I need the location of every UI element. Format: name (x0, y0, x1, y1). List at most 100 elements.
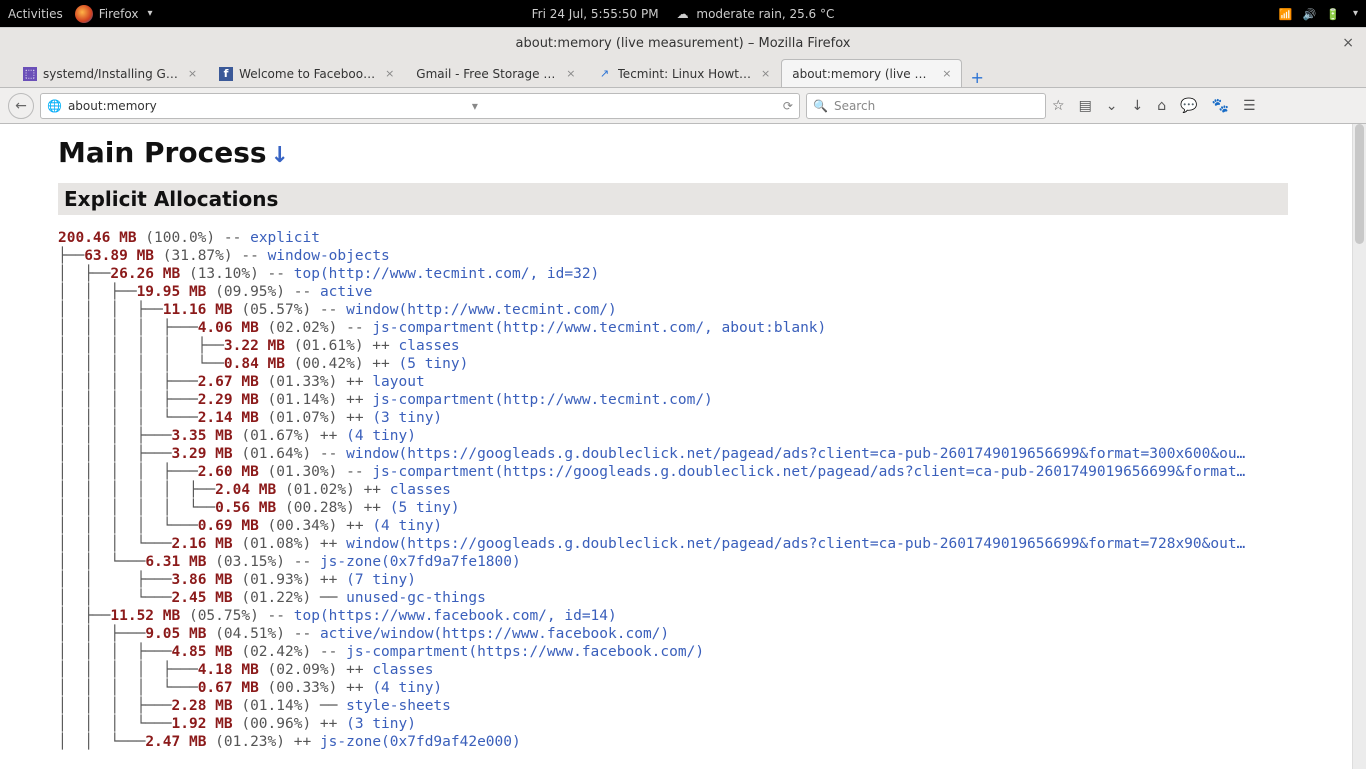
tree-node-name[interactable]: active/window(https://www.facebook.com/) (320, 626, 669, 642)
tree-node-name[interactable]: explicit (250, 230, 320, 246)
tree-row[interactable]: │ ├──26.26 MB (13.10%) -- top(http://www… (58, 265, 1366, 283)
tab-facebook[interactable]: f Welcome to Faceboo… × (208, 59, 405, 87)
tab-close-icon[interactable]: × (385, 67, 394, 80)
tree-row[interactable]: │ │ │ ├───2.28 MB (01.14%) ── style-shee… (58, 697, 1366, 715)
tree-row[interactable]: │ │ │ │ ├───2.60 MB (01.30%) -- js-compa… (58, 463, 1366, 481)
tree-row[interactable]: │ │ │ ├───3.35 MB (01.67%) ++ (4 tiny) (58, 427, 1366, 445)
url-text: about:memory (68, 99, 157, 113)
tree-node-name[interactable]: unused-gc-things (346, 590, 486, 606)
wifi-icon[interactable] (1279, 7, 1293, 21)
weather-widget[interactable]: moderate rain, 25.6 °C (677, 7, 835, 21)
url-bar[interactable]: 🌐 about:memory ▾ ⟳ (40, 93, 800, 119)
tree-node-name[interactable]: (4 tiny) (346, 428, 416, 444)
tree-node-name[interactable]: js-compartment(https://googleads.g.doubl… (372, 464, 1245, 480)
tree-node-name[interactable]: js-compartment(http://www.tecmint.com/) (372, 392, 712, 408)
tree-node-name[interactable]: window-objects (268, 248, 390, 264)
tree-row[interactable]: │ │ │ │ │ ├──2.04 MB (01.02%) ++ classes (58, 481, 1366, 499)
tree-node-name[interactable]: js-zone(0x7fd9af42e000) (320, 734, 521, 750)
battery-icon[interactable] (1326, 7, 1340, 21)
tree-node-name[interactable]: (3 tiny) (346, 716, 416, 732)
tree-node-name[interactable]: (4 tiny) (372, 680, 442, 696)
menu-icon[interactable]: ☰ (1243, 98, 1256, 114)
tree-node-name[interactable]: window(https://googleads.g.doubleclick.n… (346, 536, 1245, 552)
memory-tree: 200.46 MB (100.0%) -- explicit├──63.89 M… (58, 229, 1366, 751)
tree-node-name[interactable]: classes (399, 338, 460, 354)
tree-row[interactable]: │ │ │ ├───4.85 MB (02.42%) -- js-compart… (58, 643, 1366, 661)
tree-row[interactable]: │ │ └───2.45 MB (01.22%) ── unused-gc-th… (58, 589, 1366, 607)
tree-node-name[interactable]: layout (372, 374, 424, 390)
tree-row[interactable]: │ │ │ │ │ └──0.56 MB (00.28%) ++ (5 tiny… (58, 499, 1366, 517)
tree-row[interactable]: │ │ │ │ ├───4.06 MB (02.02%) -- js-compa… (58, 319, 1366, 337)
tree-node-name[interactable]: classes (390, 482, 451, 498)
tab-systemd[interactable]: ⬚ systemd/Installing G… × (12, 59, 208, 87)
tree-row[interactable]: │ │ ├──19.95 MB (09.95%) -- active (58, 283, 1366, 301)
tree-node-name[interactable]: window(https://googleads.g.doubleclick.n… (346, 446, 1245, 462)
bookmark-star-icon[interactable]: ☆ (1052, 98, 1065, 114)
tree-row[interactable]: │ │ │ │ │ ├──3.22 MB (01.61%) ++ classes (58, 337, 1366, 355)
tree-row[interactable]: │ │ │ │ ├───4.18 MB (02.09%) ++ classes (58, 661, 1366, 679)
tree-row[interactable]: │ │ │ └───2.16 MB (01.08%) ++ window(htt… (58, 535, 1366, 553)
tree-node-name[interactable]: js-zone(0x7fd9a7fe1800) (320, 554, 521, 570)
back-button[interactable]: ← (8, 93, 34, 119)
tree-node-name[interactable]: style-sheets (346, 698, 451, 714)
pocket-icon[interactable]: ⌄ (1106, 98, 1118, 114)
tree-node-name[interactable]: js-compartment(http://www.tecmint.com/, … (372, 320, 826, 336)
tree-node-name[interactable]: (5 tiny) (390, 500, 460, 516)
addon-icon[interactable]: 🐾 (1212, 98, 1229, 114)
tree-row[interactable]: │ │ │ ├───3.29 MB (01.64%) -- window(htt… (58, 445, 1366, 463)
tree-row[interactable]: │ │ └───2.47 MB (01.23%) ++ js-zone(0x7f… (58, 733, 1366, 751)
tree-row[interactable]: │ │ │ │ └───0.69 MB (00.34%) ++ (4 tiny) (58, 517, 1366, 535)
reload-button[interactable]: ⟳ (783, 99, 793, 113)
tree-size: 2.67 MB (198, 374, 259, 390)
tree-percent: (03.15%) (206, 554, 293, 570)
tree-node-name[interactable]: top(http://www.tecmint.com/, id=32) (294, 266, 600, 282)
tree-row[interactable]: │ │ │ └───1.92 MB (00.96%) ++ (3 tiny) (58, 715, 1366, 733)
tab-tecmint[interactable]: ↗ Tecmint: Linux Howt… × (587, 59, 782, 87)
home-icon[interactable]: ⌂ (1157, 98, 1166, 114)
tree-node-name[interactable]: (4 tiny) (372, 518, 442, 534)
reading-list-icon[interactable]: ▤ (1079, 98, 1092, 114)
tab-close-icon[interactable]: × (566, 67, 575, 80)
tree-row[interactable]: │ │ │ │ ├───2.29 MB (01.14%) ++ js-compa… (58, 391, 1366, 409)
tree-prefix: │ │ │ │ │ └── (58, 500, 215, 516)
chevron-down-icon[interactable]: ▾ (1353, 8, 1358, 19)
tree-row[interactable]: │ │ ├───3.86 MB (01.93%) ++ (7 tiny) (58, 571, 1366, 589)
tree-row[interactable]: │ │ │ │ │ └──0.84 MB (00.42%) ++ (5 tiny… (58, 355, 1366, 373)
clock[interactable]: Fri 24 Jul, 5:55:50 PM (532, 7, 659, 21)
tree-size: 63.89 MB (84, 248, 154, 264)
tab-about-memory[interactable]: about:memory (live mea… × (781, 59, 962, 87)
tab-close-icon[interactable]: × (761, 67, 770, 80)
window-close-button[interactable]: × (1342, 35, 1354, 51)
tree-separator: -- (346, 320, 372, 336)
volume-icon[interactable] (1303, 7, 1317, 21)
tree-row[interactable]: │ │ │ │ └───2.14 MB (01.07%) ++ (3 tiny) (58, 409, 1366, 427)
scrollbar-thumb[interactable] (1355, 124, 1364, 244)
chat-icon[interactable]: 💬 (1180, 98, 1197, 114)
tree-row[interactable]: │ │ ├───9.05 MB (04.51%) -- active/windo… (58, 625, 1366, 643)
new-tab-button[interactable]: + (962, 68, 991, 87)
tab-close-icon[interactable]: × (188, 67, 197, 80)
tree-node-name[interactable]: top(https://www.facebook.com/, id=14) (294, 608, 617, 624)
tree-node-name[interactable]: (3 tiny) (372, 410, 442, 426)
activities-button[interactable]: Activities (8, 7, 63, 21)
tree-node-name[interactable]: (7 tiny) (346, 572, 416, 588)
tree-row[interactable]: │ │ └───6.31 MB (03.15%) -- js-zone(0x7f… (58, 553, 1366, 571)
tab-close-icon[interactable]: × (942, 67, 951, 80)
tree-node-name[interactable]: active (320, 284, 372, 300)
downloads-icon[interactable]: ↓ (1132, 98, 1144, 114)
tree-node-name[interactable]: window(http://www.tecmint.com/) (346, 302, 617, 318)
tree-node-name[interactable]: classes (372, 662, 433, 678)
search-bar[interactable]: 🔍 Search (806, 93, 1046, 119)
tree-row[interactable]: │ │ │ │ ├───2.67 MB (01.33%) ++ layout (58, 373, 1366, 391)
tab-gmail[interactable]: Gmail - Free Storage and… × (405, 59, 586, 87)
tree-row[interactable]: │ │ │ │ └───0.67 MB (00.33%) ++ (4 tiny) (58, 679, 1366, 697)
active-app[interactable]: Firefox ▾ (75, 5, 153, 23)
tree-row[interactable]: 200.46 MB (100.0%) -- explicit (58, 229, 1366, 247)
tree-row[interactable]: ├──63.89 MB (31.87%) -- window-objects (58, 247, 1366, 265)
tree-row[interactable]: │ │ │ ├──11.16 MB (05.57%) -- window(htt… (58, 301, 1366, 319)
tree-row[interactable]: │ ├──11.52 MB (05.75%) -- top(https://ww… (58, 607, 1366, 625)
anchor-icon[interactable]: ↓ (271, 143, 289, 168)
tree-node-name[interactable]: (5 tiny) (399, 356, 469, 372)
vertical-scrollbar[interactable] (1352, 124, 1366, 769)
tree-node-name[interactable]: js-compartment(https://www.facebook.com/… (346, 644, 704, 660)
